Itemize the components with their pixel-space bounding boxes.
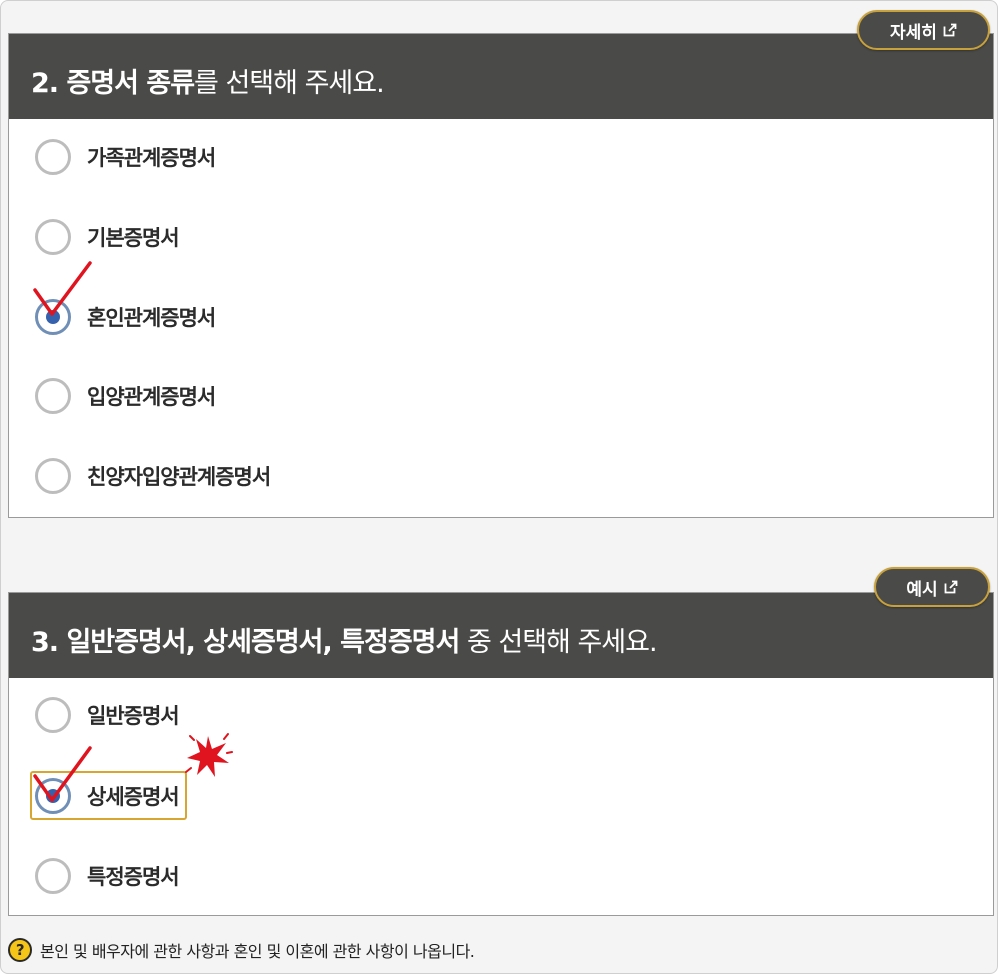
radio-button[interactable] xyxy=(35,858,71,894)
option-label: 친양자입양관계증명서 xyxy=(87,465,271,489)
certificate-type-section: 2. 증명서 종류를 선택해 주세요. 가족관계증명서 기본증명서 혼인관계증명… xyxy=(8,33,994,518)
option-label: 특정증명서 xyxy=(87,865,180,889)
section-title-rest: 중 선택해 주세요. xyxy=(459,627,658,658)
red-checkmark-icon xyxy=(33,261,92,316)
option-family-relation[interactable]: 가족관계증명서 xyxy=(35,139,216,175)
section-title-rest: 를 선택해 주세요. xyxy=(194,68,385,99)
red-burst-icon xyxy=(185,733,233,777)
detail-button-label: 자세히 xyxy=(890,22,937,43)
option-label: 혼인관계증명서 xyxy=(87,306,216,330)
section-title: 3. 일반증명서, 상세증명서, 특정증명서 중 선택해 주세요. xyxy=(31,620,658,659)
option-full-adoption-relation[interactable]: 친양자입양관계증명서 xyxy=(35,458,271,494)
radio-button[interactable] xyxy=(35,139,71,175)
option-label: 일반증명서 xyxy=(87,704,180,728)
example-button-label: 예시 xyxy=(906,579,938,600)
external-link-icon xyxy=(944,580,958,594)
radio-button[interactable] xyxy=(35,458,71,494)
question-icon: ? xyxy=(8,938,32,962)
section-title: 2. 증명서 종류를 선택해 주세요. xyxy=(31,61,385,100)
option-label: 입양관계증명서 xyxy=(87,385,216,409)
option-label: 가족관계증명서 xyxy=(87,146,216,170)
info-note-text: 본인 및 배우자에 관한 사항과 혼인 및 이혼에 관한 사항이 나옵니다. xyxy=(40,942,475,961)
option-basic[interactable]: 기본증명서 xyxy=(35,219,180,255)
radio-button[interactable] xyxy=(35,378,71,414)
section-header: 3. 일반증명서, 상세증명서, 특정증명서 중 선택해 주세요. xyxy=(9,593,993,678)
option-specific-certificate[interactable]: 특정증명서 xyxy=(35,858,180,894)
info-note: ? 본인 및 배우자에 관한 사항과 혼인 및 이혼에 관한 사항이 나옵니다. xyxy=(8,938,475,962)
detail-button[interactable]: 자세히 xyxy=(857,10,990,50)
option-general-certificate[interactable]: 일반증명서 xyxy=(35,697,180,733)
section-title-bold: 3. 일반증명서, 상세증명서, 특정증명서 xyxy=(31,627,460,658)
external-link-icon xyxy=(943,23,957,37)
section-title-bold: 2. 증명서 종류 xyxy=(31,68,195,99)
option-label: 기본증명서 xyxy=(87,226,180,250)
option-adoption-relation[interactable]: 입양관계증명서 xyxy=(35,378,216,414)
red-checkmark-icon xyxy=(33,746,92,802)
certificate-detail-section: 3. 일반증명서, 상세증명서, 특정증명서 중 선택해 주세요. 일반증명서 … xyxy=(8,592,994,916)
example-button[interactable]: 예시 xyxy=(874,567,990,607)
section-header: 2. 증명서 종류를 선택해 주세요. xyxy=(9,34,993,119)
radio-button[interactable] xyxy=(35,219,71,255)
radio-button[interactable] xyxy=(35,697,71,733)
